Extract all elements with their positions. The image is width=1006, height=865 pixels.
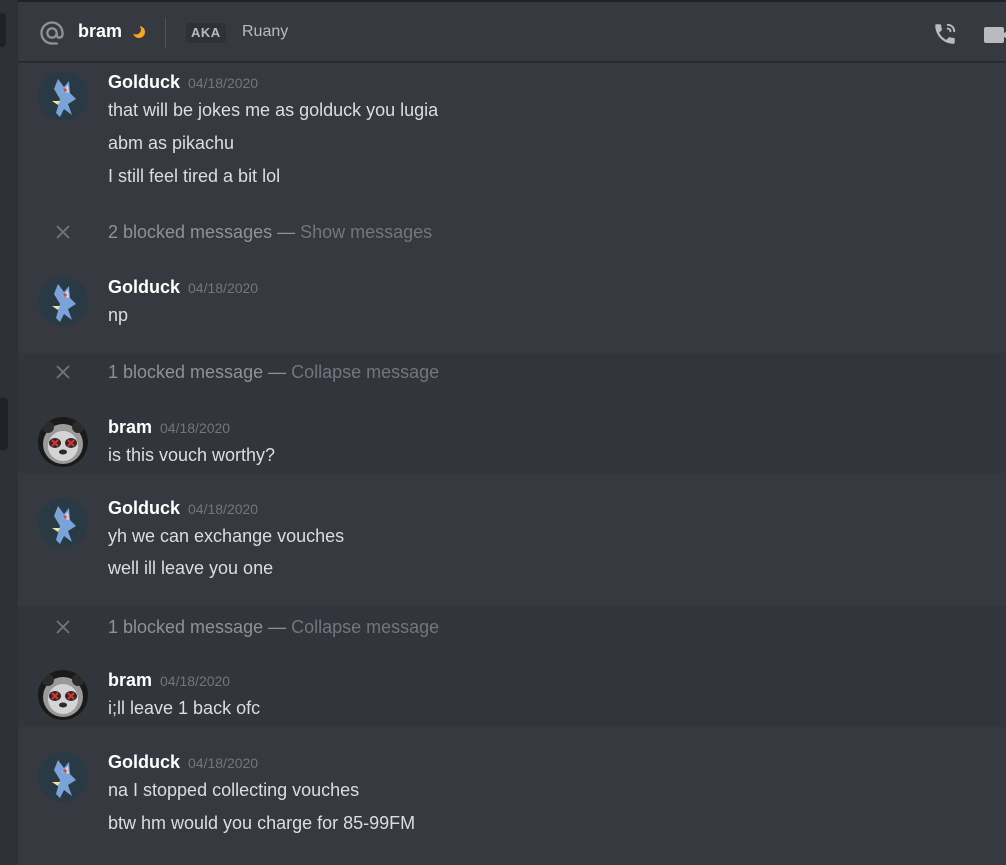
- collapse-message-link[interactable]: Collapse message: [291, 617, 439, 637]
- author-name[interactable]: bram: [108, 670, 152, 690]
- avatar-golduck[interactable]: [38, 498, 88, 548]
- message-text: that will be jokes me as golduck you lug…: [108, 100, 439, 120]
- golduck-avatar-icon: [38, 71, 88, 121]
- message-group: Golduck 04/18/2020 np: [18, 266, 1006, 342]
- message-text: np: [108, 305, 129, 325]
- message-timestamp: 04/18/2020: [160, 420, 231, 436]
- message-author[interactable]: Golduck 04/18/2020: [108, 752, 258, 773]
- message-text: yh we can exchange vouches: [108, 526, 345, 546]
- phone-call-icon[interactable]: [932, 21, 958, 47]
- message-timestamp: 04/18/2020: [188, 755, 259, 771]
- author-name[interactable]: Golduck: [108, 72, 180, 92]
- golduck-avatar-icon: [38, 498, 88, 548]
- sidebar-pill[interactable]: [0, 13, 6, 47]
- golduck-avatar-icon: [38, 276, 88, 326]
- message-text: na I stopped collecting vouches: [108, 780, 360, 800]
- blocked-notice: 2 blocked messages — Show messages: [108, 222, 432, 243]
- author-name[interactable]: Golduck: [108, 498, 180, 518]
- dm-username[interactable]: bram: [78, 21, 122, 42]
- blocked-count: 1 blocked message —: [108, 617, 287, 637]
- author-name[interactable]: bram: [108, 417, 152, 437]
- blocked-messages-row: 2 blocked messages — Show messages: [18, 207, 1006, 257]
- avatar-bram[interactable]: [38, 670, 88, 720]
- avatar-golduck[interactable]: [38, 276, 88, 326]
- author-name[interactable]: Golduck: [108, 752, 180, 772]
- avatar-golduck[interactable]: [38, 71, 88, 121]
- message-timestamp: 04/18/2020: [188, 280, 259, 296]
- server-sidebar-edge: [0, 0, 18, 865]
- collapse-message-link[interactable]: Collapse message: [291, 362, 439, 382]
- message-group: Golduck 04/18/2020 na I stopped collectin…: [18, 736, 1006, 865]
- message-timestamp: 04/18/2020: [160, 673, 231, 689]
- sidebar-scroll-thumb[interactable]: [0, 398, 8, 450]
- show-messages-link[interactable]: Show messages: [300, 222, 432, 242]
- message-author[interactable]: Golduck 04/18/2020: [108, 498, 258, 519]
- close-icon[interactable]: [56, 225, 70, 239]
- message-group: Golduck 04/18/2020 yh we can exchange vou…: [18, 482, 1006, 594]
- message-author[interactable]: bram 04/18/2020: [108, 670, 230, 691]
- blocked-notice: 1 blocked message — Collapse message: [108, 617, 439, 638]
- channel-header: bram AKA Ruany: [18, 0, 1006, 62]
- message-timestamp: 04/18/2020: [188, 75, 259, 91]
- message-list: Golduck 04/18/2020 that will be jokes me …: [18, 62, 1006, 865]
- blocked-notice: 1 blocked message — Collapse message: [108, 362, 439, 383]
- message-author[interactable]: Golduck 04/18/2020: [108, 277, 258, 298]
- golduck-avatar-icon: [38, 752, 88, 802]
- message-author[interactable]: Golduck 04/18/2020: [108, 72, 258, 93]
- message-text: is this vouch worthy?: [108, 445, 276, 465]
- blocked-count: 1 blocked message —: [108, 362, 287, 382]
- message-timestamp: 04/18/2020: [188, 501, 259, 517]
- panda-avatar-icon: [38, 670, 88, 720]
- aka-badge: AKA: [186, 23, 226, 43]
- panda-avatar-icon: [38, 417, 88, 467]
- aka-nickname: Ruany: [242, 23, 289, 40]
- moon-icon: [132, 25, 145, 38]
- message-text: I still feel tired a bit lol: [108, 166, 281, 186]
- message-text: btw hm would you charge for 85-99FM: [108, 813, 416, 833]
- message-text: i;ll leave 1 back ofc: [108, 698, 261, 718]
- author-name[interactable]: Golduck: [108, 277, 180, 297]
- header-divider: [165, 18, 166, 48]
- close-icon[interactable]: [56, 365, 70, 379]
- at-icon: [40, 21, 64, 45]
- video-camera-icon[interactable]: [982, 23, 1006, 47]
- message-text: well ill leave you one: [108, 558, 274, 578]
- blocked-count: 2 blocked messages —: [108, 222, 296, 242]
- close-icon[interactable]: [56, 620, 70, 634]
- message-text: abm as pikachu: [108, 133, 235, 153]
- avatar-bram[interactable]: [38, 417, 88, 467]
- message-author[interactable]: bram 04/18/2020: [108, 417, 230, 438]
- message-group: Golduck 04/18/2020 that will be jokes me …: [18, 62, 1006, 194]
- avatar-golduck[interactable]: [38, 752, 88, 802]
